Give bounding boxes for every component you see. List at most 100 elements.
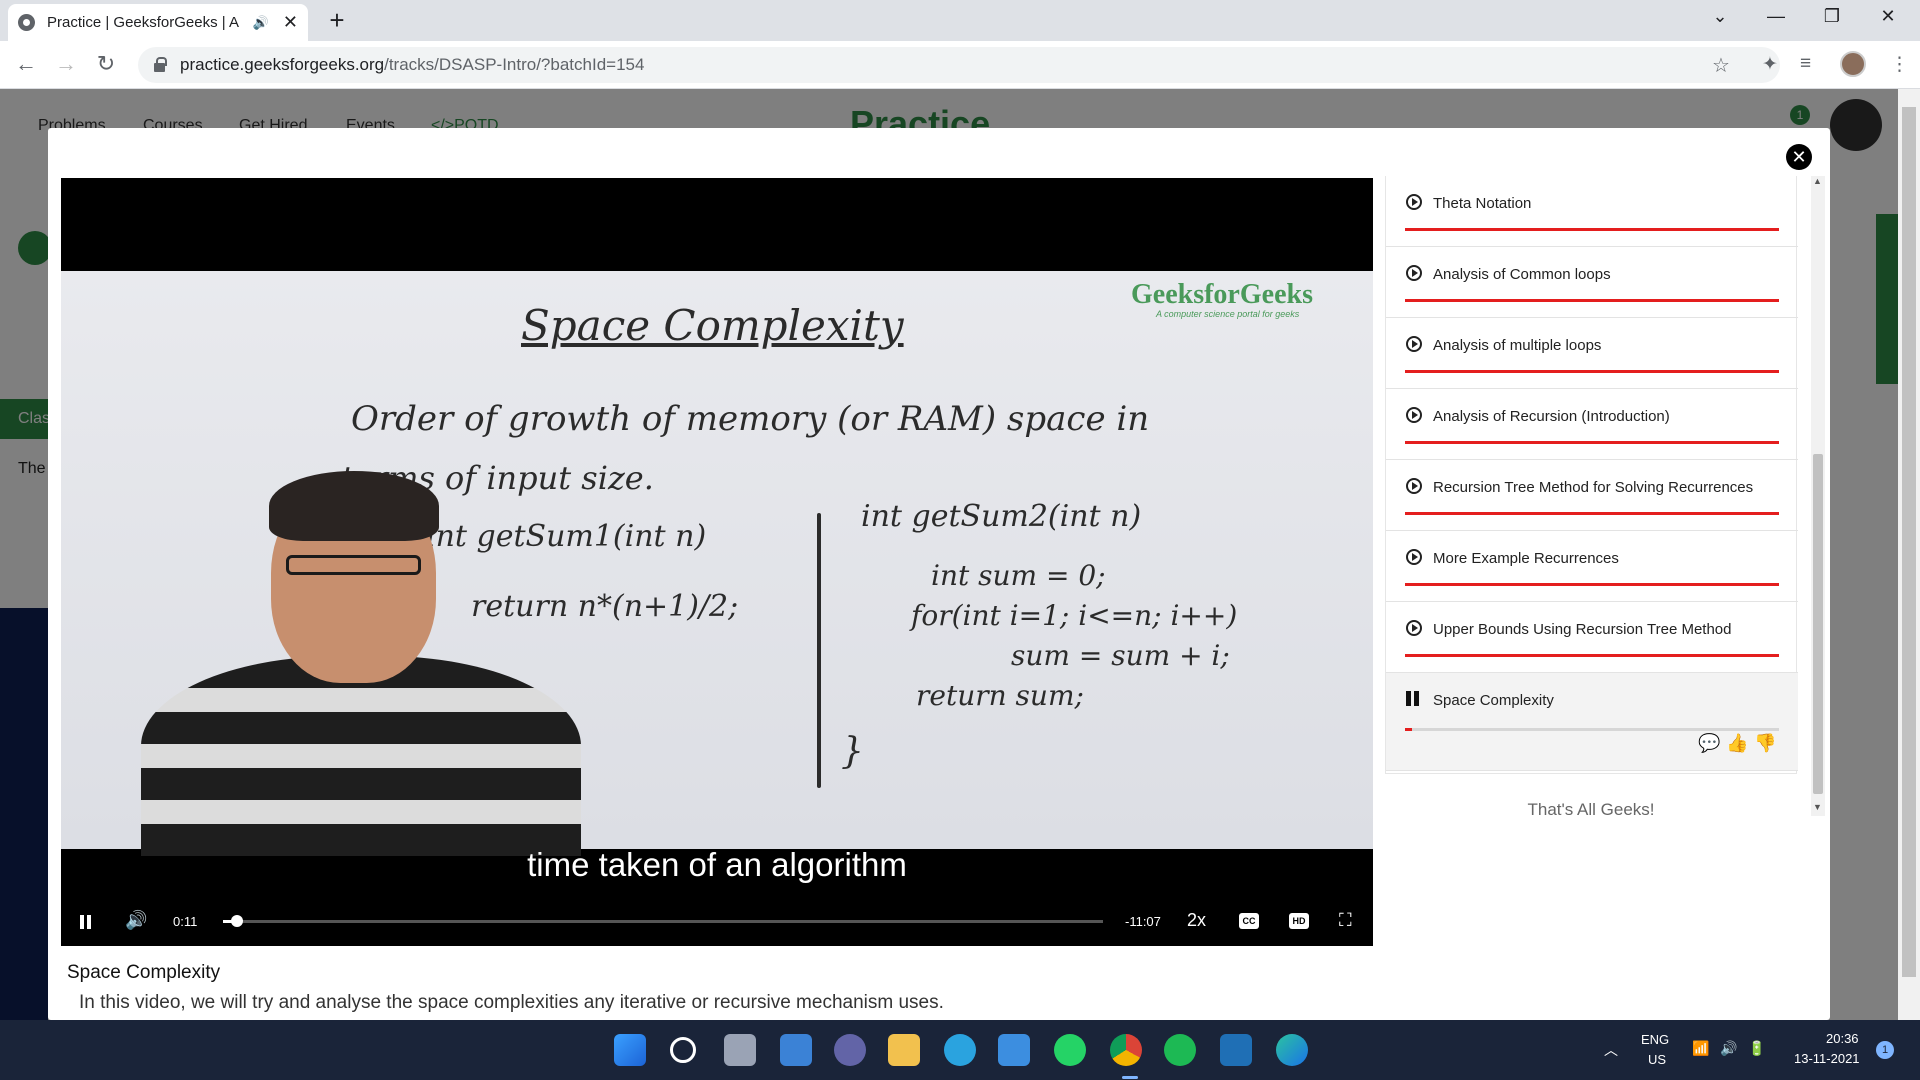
address-bar[interactable]: practice.geeksforgeeks.org/tracks/DSASP-… bbox=[138, 47, 1780, 83]
board-func2-line2: for(int i=1; i<=n; i++) bbox=[911, 599, 1238, 632]
video-progress-bar[interactable] bbox=[223, 915, 1103, 927]
gfg-watermark: GeeksforGeeks bbox=[1131, 279, 1313, 310]
play-circle-icon bbox=[1406, 549, 1422, 565]
task-view-icon[interactable] bbox=[724, 1034, 756, 1066]
modal-close-icon[interactable]: ✕ bbox=[1786, 144, 1812, 170]
site-favicon-icon bbox=[18, 14, 35, 31]
reload-button[interactable]: ↻ bbox=[92, 51, 120, 79]
battery-icon[interactable]: 🔋 bbox=[1748, 1040, 1765, 1057]
remaining-time: -11:07 bbox=[1125, 914, 1161, 929]
thumbs-down-icon[interactable]: 👎 bbox=[1754, 733, 1776, 754]
thumbs-up-icon[interactable]: 👍 bbox=[1726, 733, 1748, 754]
board-func2-line1: int sum = 0; bbox=[931, 559, 1106, 592]
board-func2-line3: sum = sum + i; bbox=[1011, 639, 1230, 672]
presenter-body bbox=[141, 656, 581, 856]
chrome-active-indicator bbox=[1122, 1076, 1138, 1079]
notification-count-badge[interactable]: 1 bbox=[1876, 1041, 1894, 1059]
forward-button[interactable]: → bbox=[52, 51, 80, 79]
extensions-icon[interactable]: ✦ bbox=[1762, 53, 1778, 76]
presenter bbox=[141, 471, 581, 856]
volume-icon[interactable]: 🔊 bbox=[125, 910, 147, 931]
play-circle-icon bbox=[1406, 407, 1422, 423]
show-hidden-icons-icon[interactable]: ︿ bbox=[1604, 1040, 1618, 1060]
scroll-up-arrow-icon[interactable]: ▲ bbox=[1813, 176, 1822, 186]
page-scrollbar[interactable] bbox=[1898, 89, 1920, 1020]
url-host: practice.geeksforgeeks.org bbox=[180, 55, 385, 74]
mail-icon[interactable] bbox=[998, 1034, 1030, 1066]
board-divider bbox=[817, 513, 821, 788]
playlist-item-label: Theta Notation bbox=[1433, 195, 1532, 212]
tab-search-icon[interactable]: ⌄ bbox=[1700, 6, 1740, 27]
playlist-item[interactable]: Theta Notation bbox=[1386, 176, 1798, 247]
playlist-item-progress bbox=[1405, 228, 1779, 231]
playlist-item[interactable]: Upper Bounds Using Recursion Tree Method bbox=[1386, 602, 1798, 673]
clock-time[interactable]: 20:36 bbox=[1826, 1031, 1859, 1046]
playlist-item-label: Recursion Tree Method for Solving Recurr… bbox=[1433, 479, 1754, 496]
playlist-item-label: Analysis of multiple loops bbox=[1433, 337, 1602, 354]
video-progress-knob[interactable] bbox=[231, 915, 244, 927]
quality-hd-icon[interactable]: HD bbox=[1289, 913, 1309, 929]
region-code[interactable]: US bbox=[1648, 1052, 1666, 1067]
playback-speed-button[interactable]: 2x bbox=[1187, 910, 1206, 931]
restore-button[interactable]: ❐ bbox=[1812, 6, 1852, 27]
captions-icon[interactable]: CC bbox=[1239, 913, 1259, 929]
tab-close-icon[interactable]: ✕ bbox=[283, 12, 298, 33]
clock-date[interactable]: 13-11-2021 bbox=[1794, 1051, 1860, 1066]
presenter-glasses bbox=[286, 555, 421, 575]
board-brace: } bbox=[841, 731, 864, 772]
telegram-icon[interactable] bbox=[944, 1034, 976, 1066]
back-button[interactable]: ← bbox=[12, 51, 40, 79]
playlist-scroll-thumb[interactable] bbox=[1813, 454, 1823, 794]
page-scroll-thumb[interactable] bbox=[1902, 107, 1916, 977]
playlist-item-label: Analysis of Common loops bbox=[1433, 266, 1611, 283]
playlist-item-progress-fill bbox=[1405, 728, 1413, 731]
lock-icon[interactable] bbox=[154, 56, 167, 72]
profile-avatar[interactable] bbox=[1840, 51, 1866, 77]
close-window-button[interactable]: ✕ bbox=[1868, 6, 1908, 27]
chrome-menu-icon[interactable]: ⋮ bbox=[1890, 53, 1909, 76]
playlist-item[interactable]: Recursion Tree Method for Solving Recurr… bbox=[1386, 460, 1798, 531]
widgets-icon[interactable] bbox=[780, 1034, 812, 1066]
presenter-hair bbox=[269, 471, 439, 541]
play-circle-icon bbox=[1406, 478, 1422, 494]
bookmark-star-icon[interactable]: ☆ bbox=[1712, 53, 1730, 78]
wifi-icon[interactable]: 📶 bbox=[1692, 1040, 1709, 1057]
new-tab-button[interactable]: + bbox=[322, 6, 352, 36]
playlist-item-active[interactable]: Space Complexity 💬 👍 👎 bbox=[1386, 673, 1798, 771]
playlist-item-label: Analysis of Recursion (Introduction) bbox=[1433, 408, 1670, 425]
browser-tab[interactable]: Practice | GeeksforGeeks | A 🔊 ✕ bbox=[8, 4, 308, 41]
chrome-icon[interactable] bbox=[1110, 1034, 1142, 1066]
fullscreen-icon[interactable]: ⛶ bbox=[1339, 910, 1352, 931]
video-frame: GeeksforGeeks A computer science portal … bbox=[61, 271, 1373, 856]
windows-start-icon[interactable] bbox=[614, 1034, 646, 1066]
play-circle-icon bbox=[1406, 194, 1422, 210]
teams-chat-icon[interactable] bbox=[834, 1034, 866, 1066]
playlist-item-label: Upper Bounds Using Recursion Tree Method bbox=[1433, 621, 1732, 638]
language-code[interactable]: ENG bbox=[1641, 1032, 1669, 1047]
video-description: In this video, we will try and analyse t… bbox=[79, 992, 944, 1013]
board-func2-sig: int getSum2(int n) bbox=[861, 499, 1142, 534]
comment-icon[interactable]: 💬 bbox=[1698, 733, 1720, 754]
edge-icon[interactable] bbox=[1276, 1034, 1308, 1066]
playlist-item[interactable]: More Example Recurrences bbox=[1386, 531, 1798, 602]
playlist-scrollbar[interactable]: ▲ ▼ bbox=[1811, 176, 1825, 816]
spotify-icon[interactable] bbox=[1164, 1034, 1196, 1066]
media-control-icon[interactable]: ≡ bbox=[1800, 53, 1811, 75]
pause-icon[interactable] bbox=[79, 915, 93, 929]
playlist-item-progress bbox=[1405, 654, 1779, 657]
search-icon[interactable] bbox=[670, 1037, 696, 1063]
board-line-1: Order of growth of memory (or RAM) space… bbox=[351, 399, 1150, 439]
playlist-item[interactable]: Analysis of Recursion (Introduction) bbox=[1386, 389, 1798, 460]
speaker-icon[interactable]: 🔊 bbox=[1720, 1040, 1737, 1057]
prime-video-icon[interactable] bbox=[1220, 1034, 1252, 1066]
video-player[interactable]: GeeksforGeeks A computer science portal … bbox=[61, 178, 1373, 946]
audio-playing-icon[interactable]: 🔊 bbox=[253, 15, 269, 31]
file-explorer-icon[interactable] bbox=[888, 1034, 920, 1066]
playlist-item-label: More Example Recurrences bbox=[1433, 550, 1619, 567]
tab-title: Practice | GeeksforGeeks | A bbox=[46, 14, 240, 31]
minimize-button[interactable]: — bbox=[1756, 6, 1796, 27]
playlist-item[interactable]: Analysis of multiple loops bbox=[1386, 318, 1798, 389]
playlist-item[interactable]: Analysis of Common loops bbox=[1386, 247, 1798, 318]
whatsapp-icon[interactable] bbox=[1054, 1034, 1086, 1066]
scroll-down-arrow-icon[interactable]: ▼ bbox=[1813, 802, 1822, 812]
